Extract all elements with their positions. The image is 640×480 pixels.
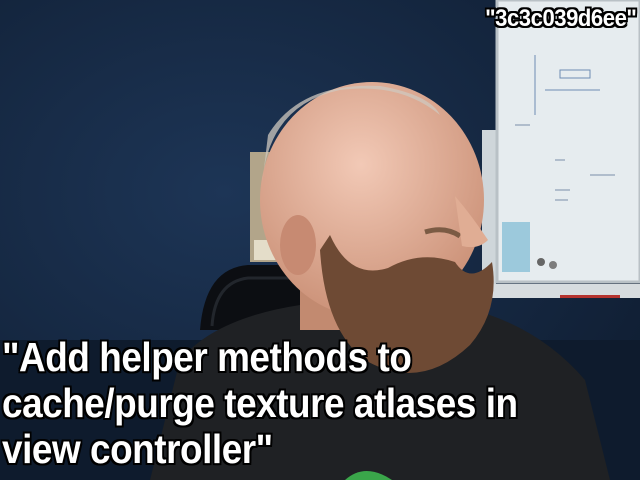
whiteboard: [482, 0, 640, 298]
commit-hash: "3c3c039d6ee": [484, 5, 637, 32]
commit-message: "Add helper methods to cache/purge textu…: [2, 334, 518, 472]
